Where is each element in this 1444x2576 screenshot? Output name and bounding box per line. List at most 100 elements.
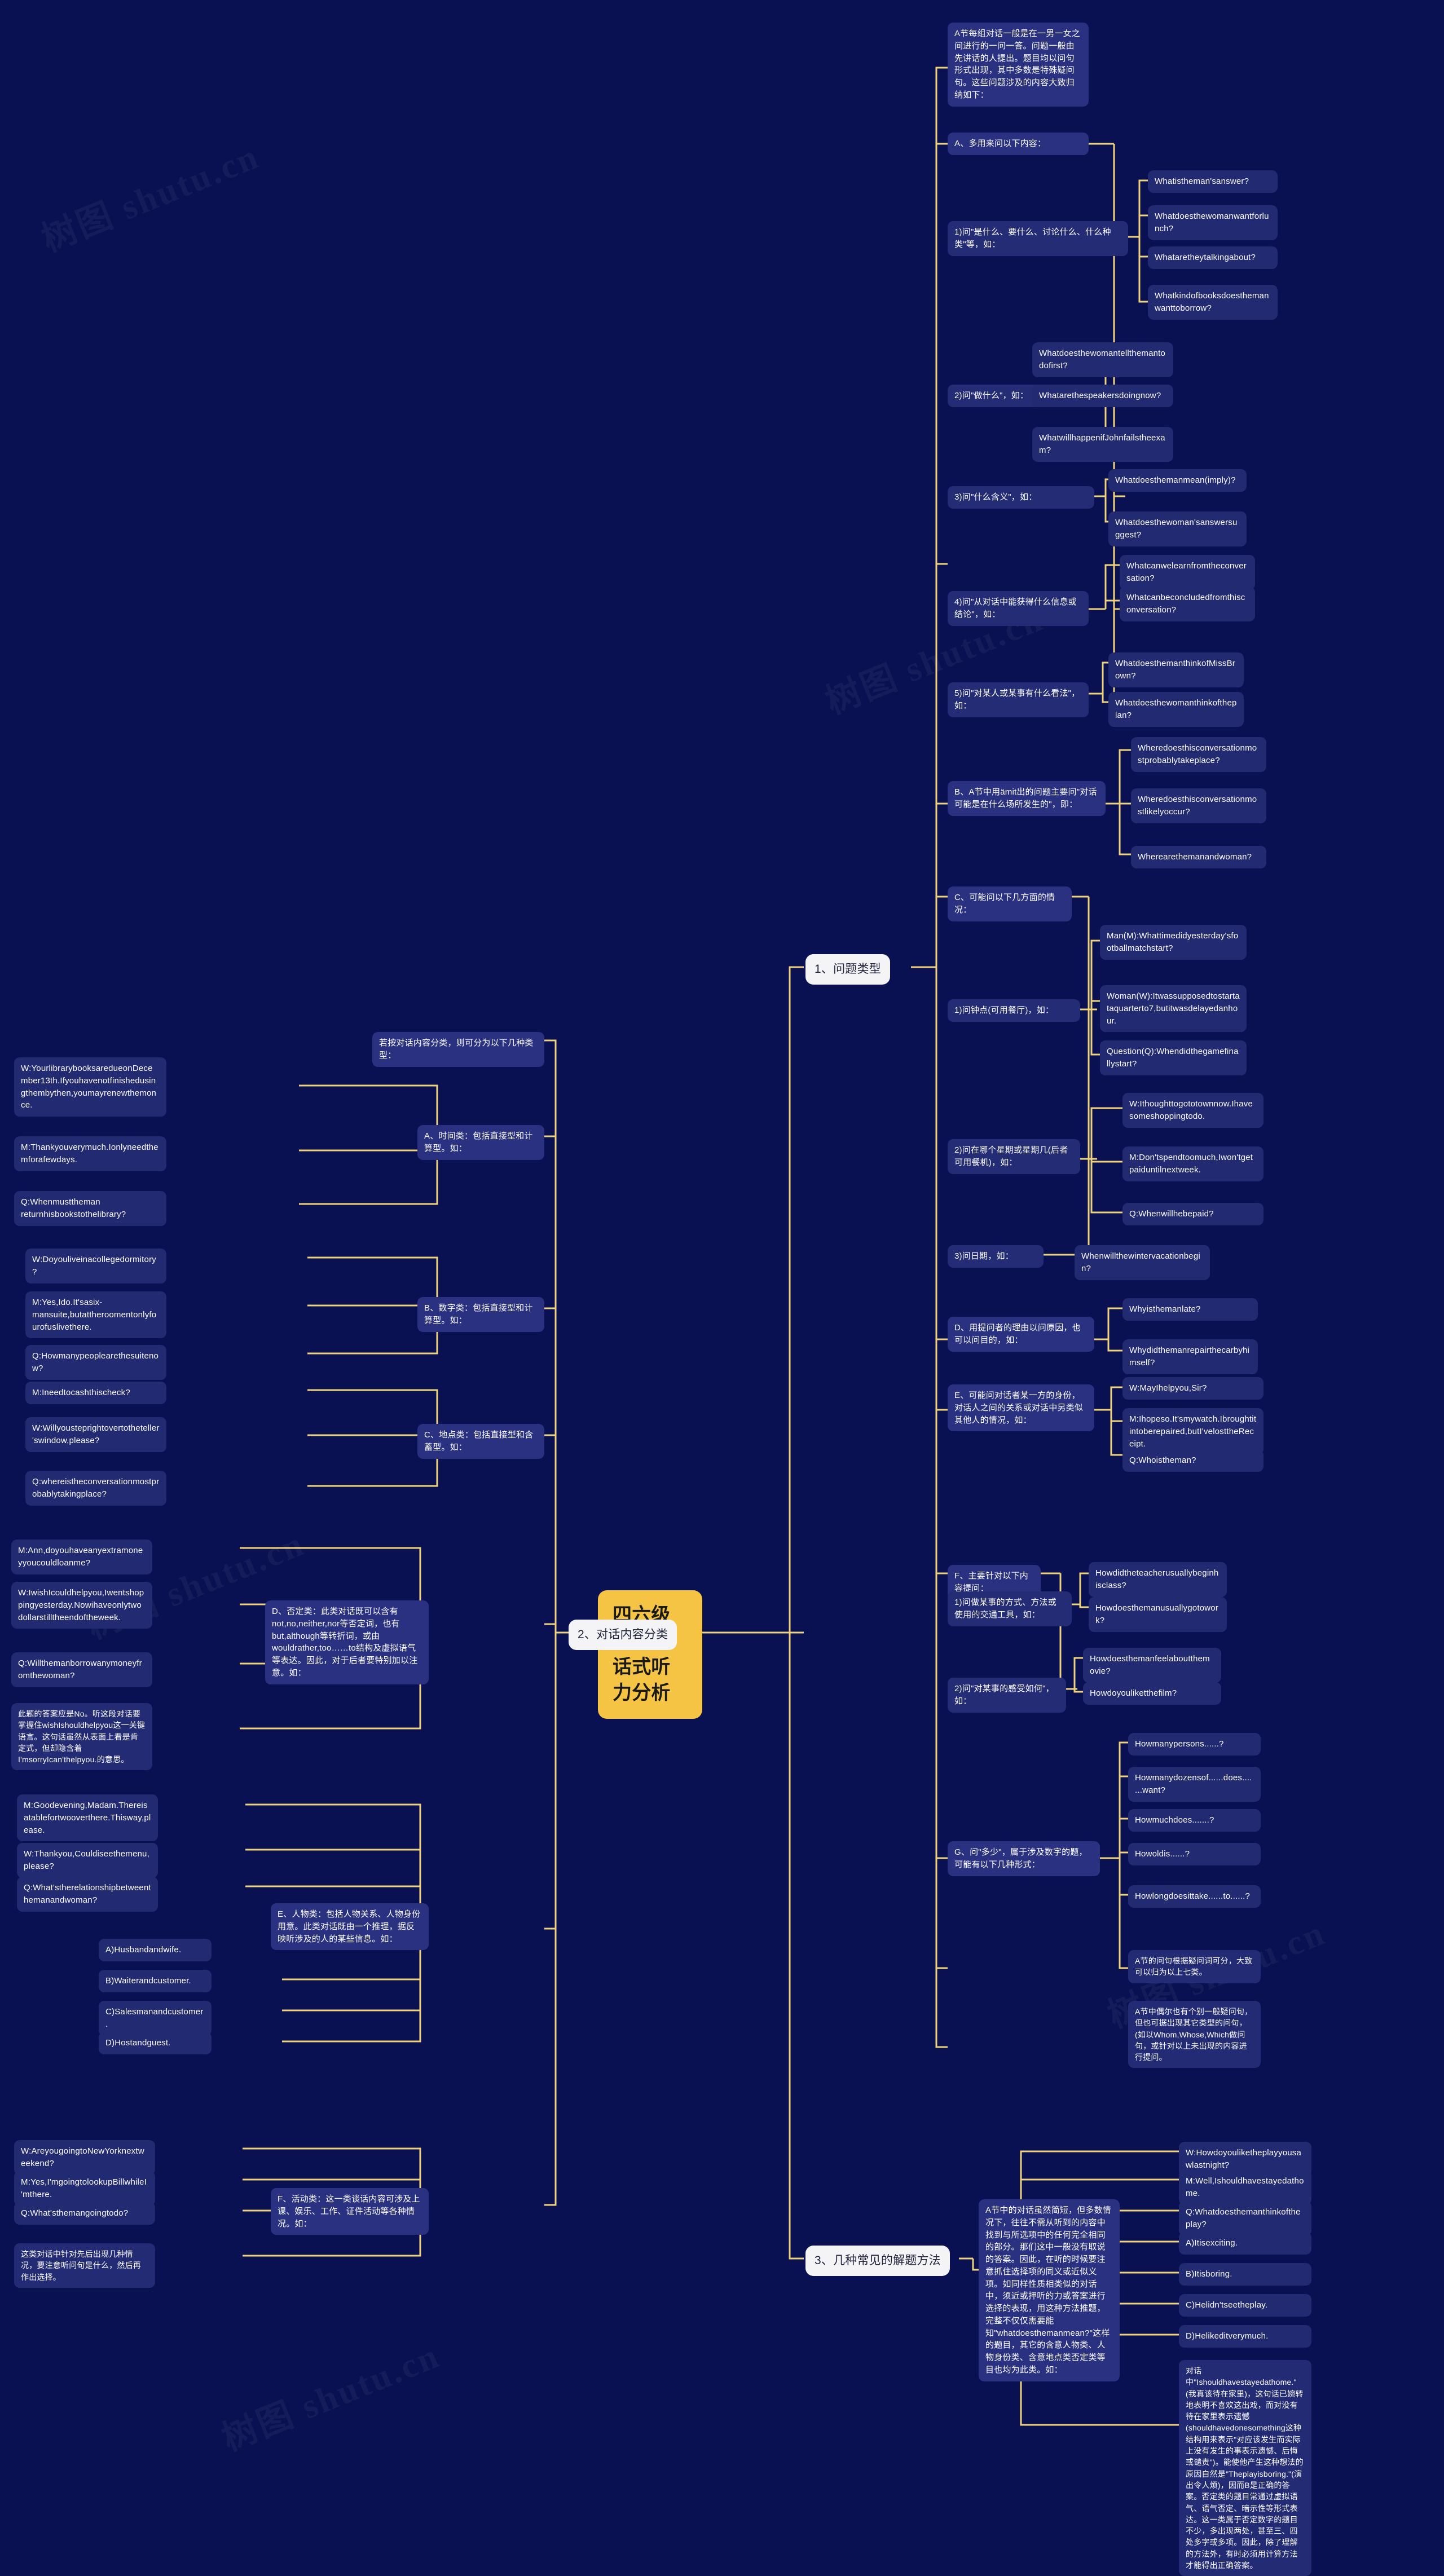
b1-A1-example: Whatistheman'sanswer? (1148, 170, 1278, 193)
watermark: 树图 shutu.cn (213, 2327, 446, 2461)
b1-E-example: M:Ihopeso.It'smywatch.Ibroughtitintobere… (1122, 1408, 1264, 1455)
b3-example: Q:Whatdoesthemanthinkoftheplay? (1179, 2201, 1311, 2236)
b2-group-B-label: B、数字类：包括直接型和计算型。如： (417, 1297, 544, 1332)
b1-A3-example: Whatdoesthemanmean(imply)? (1108, 469, 1247, 492)
b2-group-A-label: A、时间类：包括直接型和计算型。如： (417, 1125, 544, 1160)
b1-B-example: Wheredoesthisconversationmostlikelyoccur… (1131, 788, 1266, 823)
b2-group-E-label: E、人物类：包括人物关系、人物身份用意。此类对话既由一个推理，据反映听涉及的人的… (271, 1903, 429, 1951)
b1-A4-example: Whatcanwelearnfromtheconversation? (1120, 555, 1255, 590)
branch-1-question-types[interactable]: 1、问题类型 (805, 954, 890, 985)
b2-D-note: 此题的答案应是No。听这段对话要掌握住wishIshouldhelpyou这一关… (11, 1703, 152, 1771)
branch-3-solving-methods[interactable]: 3、几种常见的解题方法 (805, 2246, 950, 2277)
b1-group-A-label: A、多用来问以下内容： (948, 133, 1089, 155)
b1-F-item-2-label: 2)问"对某事的感受如何"，如： (948, 1678, 1066, 1713)
b2-F-note: 这类对话中针对先后出现几种情况，要注意听问句是什么，然后再作出选择。 (14, 2243, 155, 2288)
b1-tail-note: A节中偶尔也有个别一般疑问句，但也可据出现其它类型的问句，(如以Whom,Who… (1128, 2001, 1261, 2068)
b2-B-example: Q:Howmanypeoplearethesuitenow? (25, 1345, 166, 1380)
b1-C1-example: Question(Q):Whendidthegamefinallystart? (1100, 1040, 1247, 1075)
b2-D-example: W:IwishIcouldhelpyou,Iwentshoppingyester… (11, 1582, 152, 1629)
b2-A-example: W:YourlibrarybooksaredueonDecember13th.I… (14, 1057, 166, 1117)
b1-group-G-label: G、问"多少"，属于涉及数字的题，可能有以下几种形式： (948, 1841, 1100, 1876)
b3-option: A)Itisexciting. (1179, 2232, 1311, 2255)
b1-B-example: Wherearethemanandwoman? (1131, 846, 1266, 868)
b2-group-F-label: F、活动类：这一类谈话内容可涉及上课、娱乐、工作、证件活动等各种情况。如： (271, 2188, 429, 2235)
b1-A5-example: Whatdoesthewomanthinkoftheplan? (1108, 692, 1244, 727)
root-node[interactable]: 四六级考试对话式听力分析 (598, 1590, 702, 1719)
b1-F2-example: Howdoyouliketthefilm? (1083, 1682, 1221, 1705)
b1-C1-example: Woman(W):Itwassupposedtostartataquartert… (1100, 985, 1247, 1033)
b2-D-example: Q:Willthemanborrowanymoneyfromthewoman? (11, 1652, 152, 1687)
b1-D-example: Whyisthemanlate? (1122, 1298, 1258, 1321)
b2-A-example: M:Thankyouverymuch.Ionlyneedthemforafewd… (14, 1136, 166, 1171)
b2-E-example: M:Goodevening,Madam.Thereisatablefortwoo… (17, 1794, 158, 1842)
b1-G-example: Howmanypersons......? (1128, 1733, 1261, 1755)
b2-E-option: C)Salesmanandcustomer. (99, 2001, 212, 2036)
b3-option: D)Helikeditverymuch. (1179, 2325, 1311, 2348)
b1-A2-example: Whatdoesthewomantellthemantodofirst? (1032, 342, 1173, 377)
b1-A1-example: Whatkindofbooksdoesthemanwanttoborrow? (1148, 285, 1278, 320)
b3-note: 对话中"Ishouldhavestayedathome."(我真该待在家里)，这… (1179, 2360, 1311, 2576)
b1-intro: A节每组对话一般是在一男一女之间进行的一问一答。问题一般由先讲话的人提出。题目均… (948, 23, 1089, 107)
b1-F-item-1-label: 1)问做某事的方式、方法或使用的交通工具，如： (948, 1591, 1072, 1626)
b1-E-example: Q:Whoistheman? (1122, 1449, 1264, 1472)
b3-option: B)Itisboring. (1179, 2263, 1311, 2286)
b1-C-item-1-label: 1)问钟点(可用餐厅)，如： (948, 999, 1080, 1022)
b2-E-example: W:Thankyou,Couldiseethemenu,please? (17, 1843, 158, 1878)
b3-example: M:Well,Ishouldhavestayedathome. (1179, 2170, 1311, 2205)
b1-tail-note: A节的问句根据疑问词可分，大致可以归为以上七类。 (1128, 1950, 1261, 1983)
b1-F1-example: Howdoesthemanusuallygotowork? (1089, 1597, 1227, 1632)
b1-G-example: Howmanydozensof......does.......want? (1128, 1767, 1261, 1802)
b2-F-example: W:AreyougoingtoNewYorknextweekend? (14, 2140, 155, 2175)
b2-B-example: W:Doyouliveinacollegedormitory? (25, 1249, 166, 1283)
b1-G-example: Howoldis......? (1128, 1843, 1261, 1865)
b1-A-item-1-label: 1)问"是什么、要什么、讨论什么、什么种类"等，如： (948, 221, 1128, 256)
b1-F2-example: Howdoesthemanfeelaboutthemovie? (1083, 1648, 1221, 1683)
b1-group-E-label: E、可能问对话者某一方的身份，对话人之间的关系或对话中另类似其他人的情况，如： (948, 1384, 1094, 1432)
b1-A2-example: Whatarethespeakersdoingnow? (1032, 385, 1173, 407)
b2-C-example: Q:whereistheconversationmostprobablytaki… (25, 1471, 166, 1506)
b2-group-D-label: D、否定类：此类对话既可以含有not,no,neither,nor等否定词，也有… (265, 1600, 429, 1684)
b1-A5-example: WhatdoesthemanthinkofMissBrown? (1108, 652, 1244, 687)
b1-C2-example: W:Ithoughttogototownnow.Ihavesomeshoppin… (1122, 1093, 1264, 1128)
b1-A1-example: Whatdoesthewomanwantforlunch? (1148, 205, 1278, 240)
b1-C1-example: Man(M):Whattimedidyesterday'sfootballmat… (1100, 925, 1247, 960)
branch-2-dialogue-categories[interactable]: 2、对话内容分类 (569, 1620, 677, 1651)
b1-A-item-3-label: 3)问"什么含义"，如： (948, 486, 1094, 509)
b1-C-item-2-label: 2)问在哪个星期或星期几(后者可用餐机)，如： (948, 1139, 1080, 1174)
b2-D-example: M:Ann,doyouhaveanyextramoneyyoucouldloan… (11, 1540, 152, 1574)
b1-G-example: Howlongdoesittake......to......? (1128, 1885, 1261, 1908)
b1-F1-example: Howdidtheteacherusuallybeginhisclass? (1089, 1562, 1227, 1597)
b1-group-C-label: C、可能问以下几方面的情况： (948, 886, 1072, 921)
b2-E-option: A)Husbandandwife. (99, 1939, 212, 1961)
b1-A-item-4-label: 4)问"从对话中能获得什么信息或结论"，如： (948, 591, 1089, 626)
b2-F-example: M:Yes,I'mgoingtolookupBillwhileI'mthere. (14, 2171, 155, 2206)
b2-E-option: B)Waiterandcustomer. (99, 1970, 212, 1992)
b2-intro: 若按对话内容分类，则可分为以下几种类型： (372, 1032, 544, 1067)
b1-E-example: W:MayIhelpyou,Sir? (1122, 1377, 1264, 1400)
b3-intro: A节中的对话虽然简短，但多数情况下，往往不需从听到的内容中找到与所选项中的任何完… (979, 2199, 1120, 2381)
b1-G-example: Howmuchdoes.......? (1128, 1809, 1261, 1832)
b1-C2-example: Q:Whenwillhebepaid? (1122, 1203, 1264, 1225)
b2-E-option: D)Hostandguest. (99, 2032, 212, 2054)
b1-group-D-label: D、用提问者的理由以问原因，也可以问目的，如： (948, 1317, 1094, 1352)
b2-C-example: M:Ineedtocashthischeck? (25, 1382, 166, 1404)
watermark: 树图 shutu.cn (33, 128, 266, 262)
b2-E-example: Q:What'stherelationshipbetweenthemanandw… (17, 1877, 158, 1912)
b2-F-example: Q:What'sthemangoingtodo? (14, 2202, 155, 2225)
b1-C-item-3-label: 3)问日期，如： (948, 1245, 1044, 1268)
b2-B-example: M:Yes,Ido.It'sasix-mansuite,butattheroom… (25, 1291, 166, 1339)
b1-group-B-label: B、A节中用ämit出的问题主要问"对话可能是在什么场所发生的"，即： (948, 781, 1106, 816)
b2-C-example: W:Willyousteprightovertotheteller'swindo… (25, 1417, 166, 1452)
b1-A4-example: Whatcanbeconcludedfromthisconversation? (1120, 586, 1255, 621)
b2-A-example: Q:Whenmusttheman returnhisbookstothelibr… (14, 1191, 166, 1226)
b1-C3-example: Whenwillthewintervacationbegin? (1075, 1245, 1210, 1280)
b1-A3-example: Whatdoesthewoman'sanswersuggest? (1108, 511, 1247, 546)
b2-group-C-label: C、地点类：包括直接型和含蓄型。如： (417, 1424, 544, 1459)
b1-A1-example: Whataretheytalkingabout? (1148, 246, 1278, 269)
b1-B-example: Wheredoesthisconversationmostprobablytak… (1131, 737, 1266, 772)
b3-option: C)Helidn'tseetheplay. (1179, 2294, 1311, 2317)
b1-A2-example: WhatwillhappenifJohnfailstheexam? (1032, 427, 1173, 462)
b1-A-item-5-label: 5)问"对某人或某事有什么看法"，如： (948, 682, 1089, 717)
mindmap-canvas: 树图 shutu.cn 树图 shutu.cn 树图 shutu.cn 树图 s… (0, 0, 1444, 2576)
b1-C2-example: M:Don'tspendtoomuch,Iwon'tgetpaiduntilne… (1122, 1146, 1264, 1181)
